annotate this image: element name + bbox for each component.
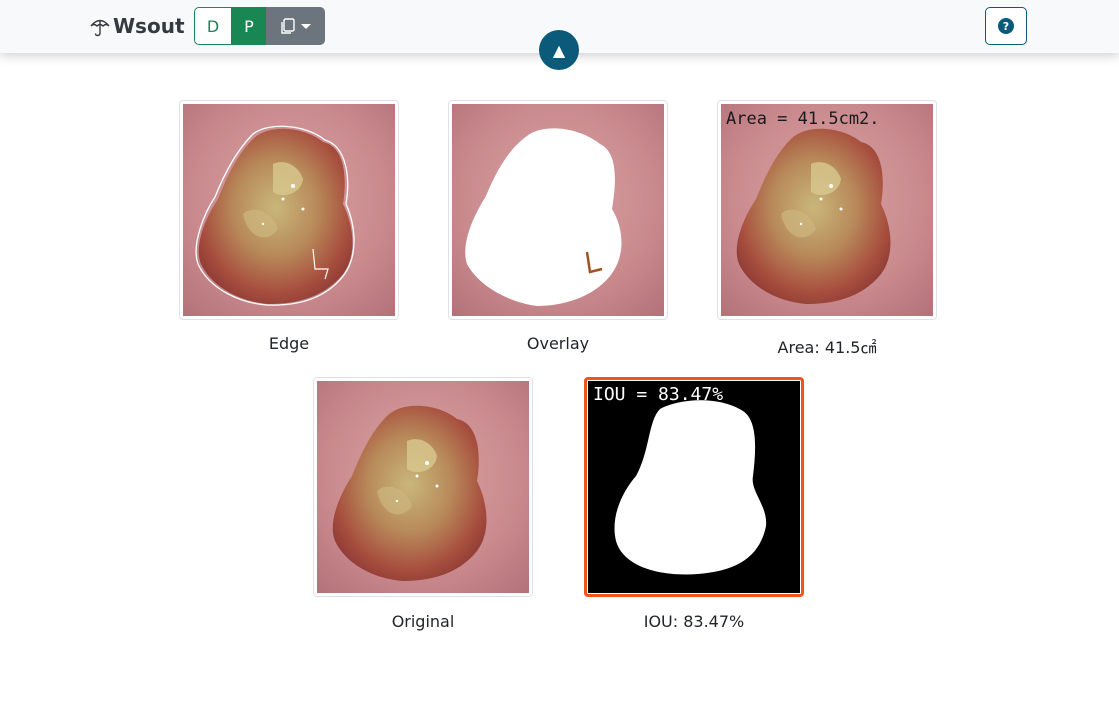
edge-image xyxy=(183,104,395,316)
brand[interactable]: Wsout xyxy=(89,13,185,39)
original-caption: Original xyxy=(391,612,455,631)
brand-name: Wsout xyxy=(113,14,185,38)
edge-caption: Edge xyxy=(268,334,310,353)
umbrella-icon xyxy=(90,19,110,37)
edge-image-card xyxy=(179,100,399,320)
iou-caption: IOU: 83.47% xyxy=(643,612,745,631)
mode-p-label: P xyxy=(244,16,254,36)
mode-d-label: D xyxy=(206,16,220,36)
copy-icon xyxy=(280,18,295,34)
area-image-card: Area = 41.5cm2. xyxy=(717,100,937,320)
area-image: Area = 41.5cm2. xyxy=(721,104,933,316)
arrow-up-icon: ▲ xyxy=(552,40,566,60)
overlay-image xyxy=(452,104,664,316)
copy-dropdown-button[interactable] xyxy=(266,7,325,45)
original-image xyxy=(317,381,529,593)
help-icon: ? xyxy=(998,18,1014,34)
overlay-caption: Overlay xyxy=(526,334,590,353)
iou-image-card: IOU = 83.47% xyxy=(584,377,804,597)
scroll-top-button[interactable]: ▲ xyxy=(539,30,579,70)
overlay-image-card xyxy=(448,100,668,320)
original-image-card xyxy=(313,377,533,597)
mode-button-group: D P xyxy=(194,7,325,45)
help-button[interactable]: ? xyxy=(985,7,1027,45)
caret-down-icon xyxy=(300,23,311,29)
mode-d-button[interactable]: D xyxy=(194,7,232,45)
iou-image: IOU = 83.47% xyxy=(588,381,800,593)
area-caption: Area: 41.5㎠ xyxy=(777,338,877,357)
area-overlay-text: Area = 41.5cm2. xyxy=(726,109,880,129)
iou-overlay-text: IOU = 83.47% xyxy=(593,384,723,405)
mode-p-button[interactable]: P xyxy=(232,7,266,45)
